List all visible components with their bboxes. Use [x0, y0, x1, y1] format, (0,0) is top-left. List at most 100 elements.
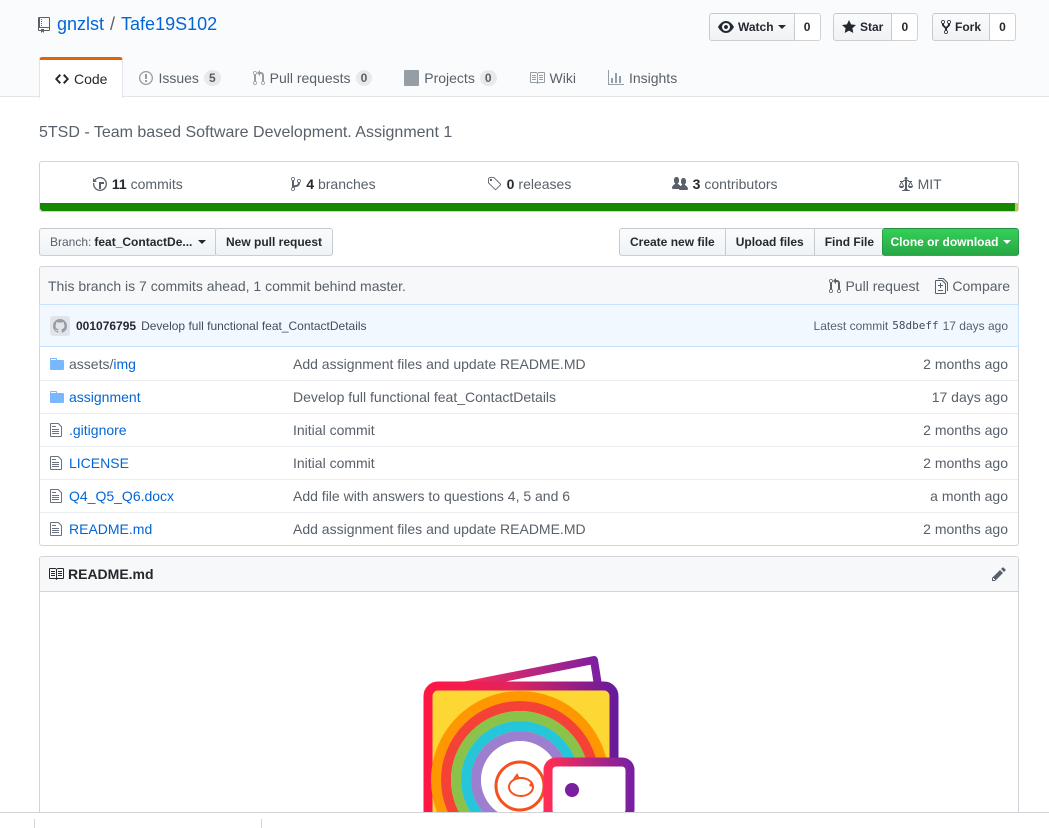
compare-link[interactable]: Compare [935, 277, 1010, 294]
fork-icon [941, 19, 951, 35]
watch-label: Watch [738, 20, 774, 34]
chevron-down-icon [777, 25, 786, 29]
repo-owner-link[interactable]: gnzlst [57, 14, 104, 35]
file-icon [50, 489, 62, 503]
book-icon [49, 568, 64, 580]
readme-content [40, 592, 1018, 827]
divider [34, 819, 35, 828]
git-pull-request-icon [829, 277, 842, 293]
tag-icon [487, 177, 501, 191]
branches-label: branches [317, 176, 376, 192]
repo-header: gnzlst / Tafe19S102 Watch 0 Star 0 Fork [0, 0, 1049, 98]
watch-button[interactable]: Watch [709, 13, 795, 41]
file-name-link[interactable]: .gitignore [69, 422, 293, 438]
tab-projects[interactable]: Projects 0 [388, 57, 512, 97]
file-age: a month ago [930, 488, 1008, 504]
diff-icon [935, 277, 949, 294]
fork-button[interactable]: Fork [932, 13, 991, 41]
tab-wiki[interactable]: Wiki [513, 57, 592, 97]
tab-insights-label: Insights [628, 69, 678, 86]
compare-label: Compare [952, 277, 1010, 294]
file-actions-group: Create new file Upload files Find File [619, 228, 886, 256]
pencil-icon [992, 567, 1006, 581]
file-commit-message[interactable]: Add assignment files and update README.M… [293, 521, 923, 537]
git-branch-icon [291, 177, 302, 191]
file-name-link[interactable]: assignment [69, 389, 293, 405]
releases-link[interactable]: 0 releases [431, 162, 627, 206]
latest-commit-prefix: Latest commit [813, 318, 889, 333]
tab-code-label: Code [74, 71, 108, 87]
watch-count[interactable]: 0 [794, 13, 821, 41]
organization-icon [671, 177, 688, 190]
pull-request-link[interactable]: Pull request [829, 277, 919, 294]
star-count[interactable]: 0 [892, 13, 919, 41]
tab-issues[interactable]: Issues 5 [123, 57, 236, 97]
file-name-link[interactable]: README.md [69, 521, 293, 537]
contributors-link[interactable]: 3 contributors [627, 162, 823, 206]
project-icon [404, 69, 420, 86]
commit-sha[interactable]: 58dbeff [892, 319, 938, 332]
new-pull-request-button[interactable]: New pull request [215, 228, 334, 256]
file-commit-message[interactable]: Add assignment files and update README.M… [293, 356, 923, 372]
fork-count[interactable]: 0 [990, 13, 1017, 41]
tab-projects-label: Projects [424, 69, 475, 86]
file-commit-message[interactable]: Initial commit [293, 422, 923, 438]
chevron-down-icon [1002, 240, 1011, 244]
file-name-link[interactable]: LICENSE [69, 455, 293, 471]
pull-requests-counter: 0 [355, 69, 373, 86]
issue-opened-icon [139, 70, 154, 85]
create-new-file-button[interactable]: Create new file [619, 228, 726, 256]
divider [261, 819, 262, 828]
upload-files-button[interactable]: Upload files [724, 228, 815, 256]
edit-readme-button[interactable] [992, 566, 1010, 582]
commit-message[interactable]: Develop full functional feat_ContactDeta… [141, 319, 813, 333]
find-file-button[interactable]: Find File [813, 228, 886, 256]
commits-link[interactable]: 11 commits [40, 162, 236, 206]
releases-count: 0 [506, 176, 515, 192]
tab-insights[interactable]: Insights [592, 57, 693, 97]
tab-pull-requests[interactable]: Pull requests 0 [237, 57, 389, 97]
tab-code[interactable]: Code [39, 57, 124, 98]
file-name-link[interactable]: Q4_Q5_Q6.docx [69, 488, 293, 504]
file-commit-message[interactable]: Initial commit [293, 455, 923, 471]
file-age: 2 months ago [923, 355, 1008, 372]
branches-link[interactable]: 4 branches [236, 162, 432, 206]
star-button[interactable]: Star [833, 13, 893, 41]
table-row: assets/img Add assignment files and upda… [40, 347, 1018, 380]
book-icon [529, 71, 545, 84]
branch-select[interactable]: Branch: feat_ContactDe... [39, 228, 218, 256]
avatar[interactable] [50, 315, 70, 336]
commits-count: 11 [111, 176, 127, 192]
clone-download-button[interactable]: Clone or download [882, 228, 1019, 256]
star-icon [842, 20, 856, 33]
repo-summary: 11 commits 4 branches 0 releases 3 contr… [39, 161, 1019, 212]
repo-name-link[interactable]: Tafe19S102 [121, 14, 217, 35]
history-icon [92, 177, 107, 191]
law-icon [898, 177, 913, 191]
git-pull-request-icon [252, 69, 265, 85]
eye-icon [718, 21, 734, 33]
language-bar[interactable] [40, 203, 1018, 211]
license-link[interactable]: MIT [822, 162, 1018, 206]
tab-issues-label: Issues [158, 69, 199, 86]
branch-status-message: This branch is 7 commits ahead, 1 commit… [48, 277, 406, 294]
file-name-link[interactable]: assets/img [69, 356, 293, 372]
file-age: 17 days ago [931, 389, 1008, 405]
file-commit-message[interactable]: Develop full functional feat_ContactDeta… [293, 389, 932, 405]
folder-icon [50, 357, 64, 370]
wallet-logo-image [423, 656, 635, 827]
graph-icon [607, 69, 624, 85]
repo-title-separator: / [110, 14, 116, 34]
branch-name: feat_ContactDe... [94, 235, 193, 249]
chevron-down-icon [198, 240, 207, 244]
github-octocat-icon [53, 318, 67, 333]
readme-title: README.md [68, 566, 154, 582]
file-commit-message[interactable]: Add file with answers to questions 4, 5 … [293, 488, 930, 504]
table-row: .gitignore Initial commit 2 months ago [40, 413, 1018, 446]
commit-author[interactable]: 001076795 [76, 319, 136, 333]
releases-label: releases [518, 176, 572, 192]
table-row: LICENSE Initial commit 2 months ago [40, 446, 1018, 479]
repo-title: gnzlst / Tafe19S102 [38, 14, 217, 35]
repo-description: 5TSD - Team based Software Development. … [39, 124, 453, 141]
repo-nav: Code Issues 5 Pull requests 0 Projects 0… [39, 57, 693, 98]
